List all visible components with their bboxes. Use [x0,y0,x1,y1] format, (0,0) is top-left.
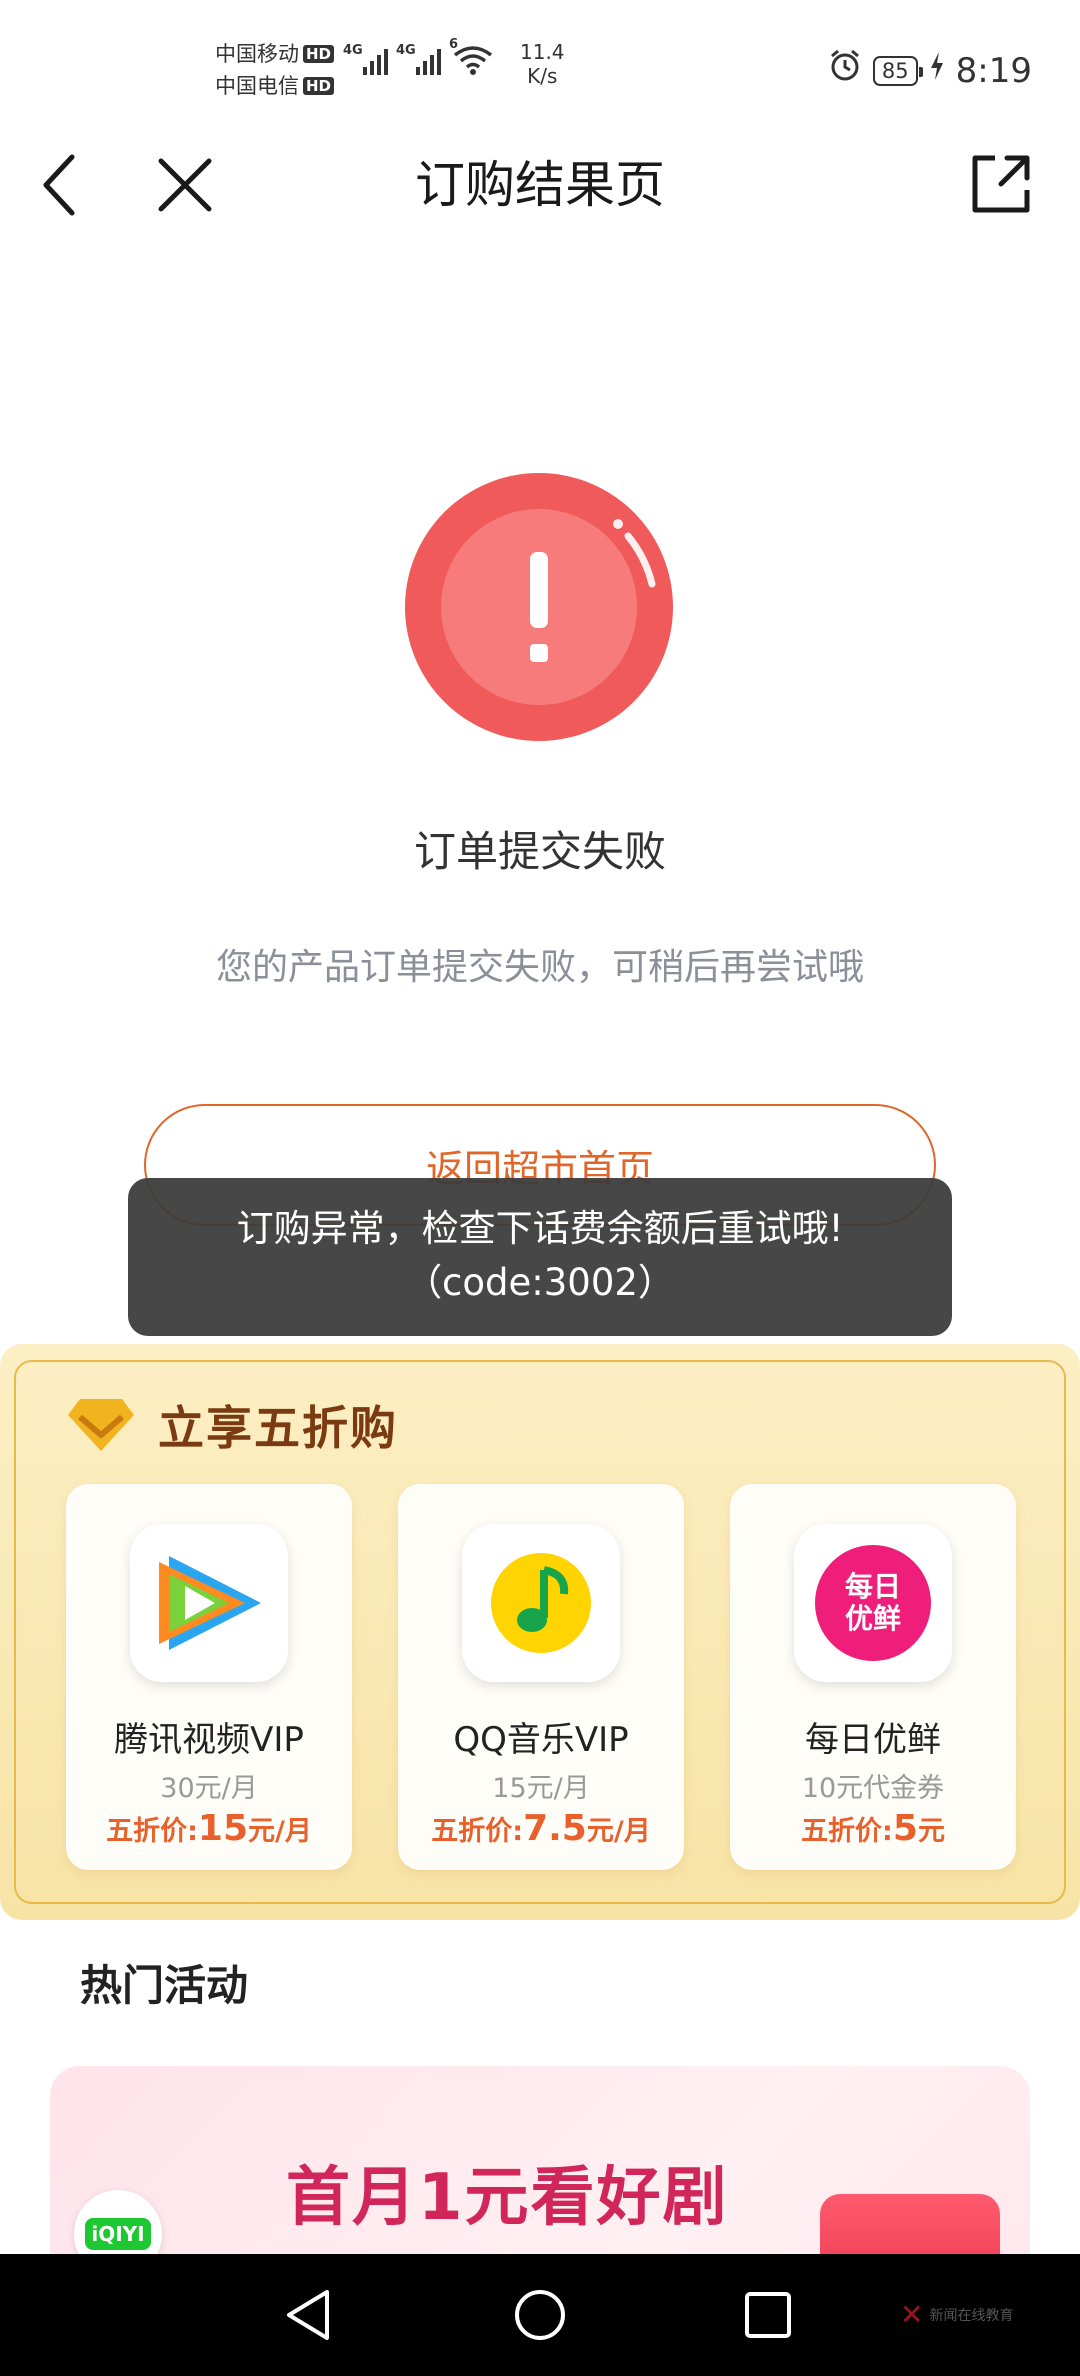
card-deal-price: 五折价:15元/月 [106,1808,312,1849]
promo-cards: 腾讯视频VIP 30元/月 五折价:15元/月 QQ音乐VIP 15元/月 五折… [66,1484,1016,1870]
carrier-info: 中国移动 HD 中国电信 HD [215,38,335,102]
carrier-1: 中国移动 [215,42,299,66]
promo-title: 立享五折购 [158,1401,398,1455]
card-name: 每日优鲜 [805,1720,941,1760]
card-original-price: 10元代金券 [801,1773,945,1804]
watermark: ✕ 新闻在线教育 [900,2298,1014,2331]
card-deal-price: 五折价:5元 [801,1808,945,1849]
banner-headline: 首月1元看好剧 [286,2161,729,2235]
page-title: 订购结果页 [415,156,665,214]
missfresh-icon: 每日 优鲜 [794,1524,952,1682]
diamond-icon [68,1399,134,1451]
system-back-button[interactable] [273,2280,343,2350]
hd-badge: HD [303,77,335,95]
triangle-back-icon [287,2290,329,2340]
card-name: QQ音乐VIP [453,1720,629,1760]
promo-header: 立享五折购 [66,1392,398,1458]
toast-message: 订购异常，检查下话费余额后重试哦! [236,1207,844,1250]
card-original-price: 30元/月 [160,1773,258,1804]
signal-icon: 4G [396,43,441,75]
share-icon [972,155,1030,213]
share-button[interactable] [965,150,1035,220]
error-toast: 订购异常，检查下话费余额后重试哦! （code:3002） [128,1178,952,1336]
circle-home-icon [515,2290,565,2340]
signal-icon: 4G [343,43,388,75]
square-recents-icon [745,2292,791,2338]
qq-music-icon [462,1524,620,1682]
status-bar: 中国移动 HD 中国电信 HD 4G 4G 6 11.4 K/s 85 8:19 [0,0,1080,130]
status-right: 85 8:19 [827,48,1032,93]
promo-card-qq-music[interactable]: QQ音乐VIP 15元/月 五折价:7.5元/月 [398,1484,684,1870]
system-recents-button[interactable] [733,2280,803,2350]
system-nav-bar: ✕ 新闻在线教育 [0,2254,1080,2376]
card-original-price: 15元/月 [492,1773,590,1804]
clock-time: 8:19 [955,50,1032,91]
charging-icon [928,50,946,91]
result-description: 您的产品订单提交失败，可稍后再尝试哦 [215,947,864,988]
alarm-icon [827,48,863,93]
signal-indicators: 4G 4G 6 [343,37,495,75]
battery-indicator: 85 [872,55,923,86]
promo-card-missfresh[interactable]: 每日 优鲜 每日优鲜 10元代金券 五折价:5元 [730,1484,1016,1870]
toast-code: （code:3002） [405,1261,675,1304]
network-speed: 11.4 K/s [520,40,565,88]
hd-badge: HD [303,45,335,63]
promo-card-tencent-video[interactable]: 腾讯视频VIP 30元/月 五折价:15元/月 [66,1484,352,1870]
carrier-2: 中国电信 [215,74,299,98]
card-deal-price: 五折价:7.5元/月 [431,1808,651,1849]
system-home-button[interactable] [505,2280,575,2350]
nav-bar: 订购结果页 [0,130,1080,240]
tencent-video-icon [130,1524,288,1682]
wifi-icon: 6 [449,37,495,75]
hot-activities-title: 热门活动 [80,1961,249,2010]
half-price-promo: 立享五折购 腾讯视频VIP 30元/月 五折价:15元/月 QQ音乐VIP 15… [0,1344,1080,1920]
result-title: 订单提交失败 [413,827,666,876]
card-name: 腾讯视频VIP [114,1720,304,1760]
error-exclamation-icon [404,472,674,742]
